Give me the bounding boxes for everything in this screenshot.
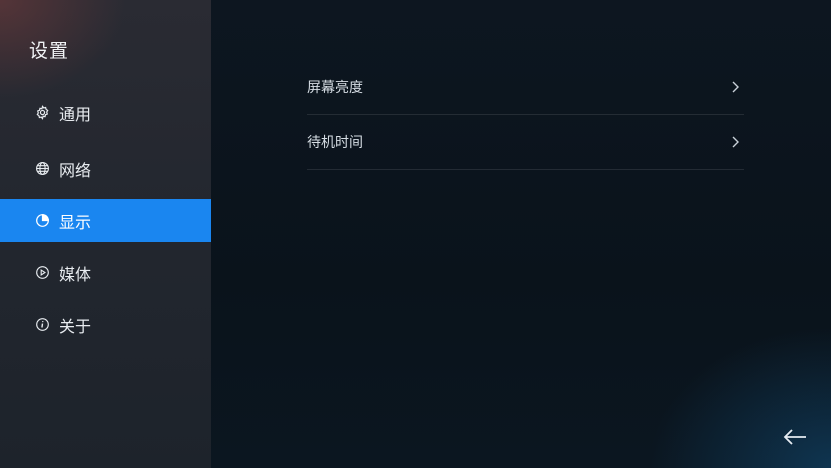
sidebar-item-network[interactable]: 网络 — [0, 147, 211, 190]
sidebar-item-media[interactable]: 媒体 — [0, 251, 211, 294]
sidebar-title: 设置 — [29, 40, 70, 62]
row-label: 待机时间 — [307, 135, 363, 151]
sidebar-item-about[interactable]: 关于 — [0, 303, 211, 346]
gear-icon — [35, 105, 50, 120]
row-screen-brightness[interactable]: 屏幕亮度 — [307, 60, 744, 115]
sidebar-item-label: 通用 — [59, 104, 92, 124]
row-standby-time[interactable]: 待机时间 — [307, 115, 744, 170]
sidebar: 设置 通用 网络 显示 媒体 关于 — [0, 0, 211, 468]
sidebar-item-label: 网络 — [59, 160, 92, 180]
sidebar-item-label: 显示 — [59, 212, 92, 232]
chevron-right-icon — [732, 81, 739, 93]
sidebar-item-general[interactable]: 通用 — [0, 91, 211, 134]
sidebar-item-display[interactable]: 显示 — [0, 199, 211, 242]
display-icon — [35, 213, 50, 228]
info-icon — [35, 317, 50, 332]
sidebar-item-label: 媒体 — [59, 264, 92, 284]
back-button[interactable] — [781, 425, 809, 449]
chevron-right-icon — [732, 136, 739, 148]
sidebar-item-label: 关于 — [59, 316, 92, 336]
arrow-left-icon — [783, 429, 806, 445]
row-label: 屏幕亮度 — [307, 80, 363, 96]
globe-icon — [35, 161, 50, 176]
play-icon — [35, 265, 50, 280]
